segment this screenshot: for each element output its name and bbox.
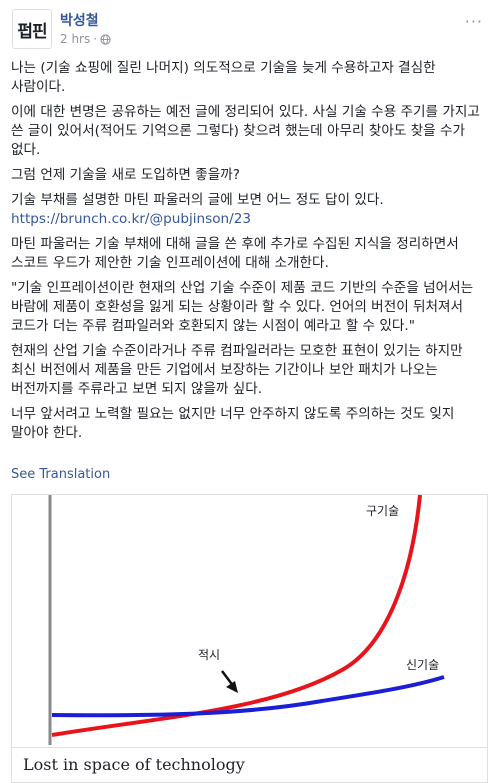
attachment-title[interactable]: Lost in space of technology — [23, 755, 245, 774]
meta-separator: · — [93, 32, 98, 46]
globe-icon — [100, 33, 111, 45]
post-header: 펍핀 박성철 2 hrs · ··· — [0, 0, 497, 58]
post-body: 나는 (기술 쇼핑에 질린 나머지) 의도적으로 기술을 늦게 수용하고자 결심… — [11, 59, 487, 449]
paragraph: 이에 대한 변명은 공유하는 예전 글에 정리되어 있다. 사실 기술 수용 주… — [11, 104, 480, 158]
more-options-icon[interactable]: ··· — [465, 12, 483, 31]
paragraph: 현재의 산업 기술 수준이라거나 주류 컴파일러라는 모호한 표현이 있기는 하… — [11, 343, 463, 397]
technology-curve-image: 구기술 신기술 적시 — [48, 495, 445, 745]
new-tech-curve — [51, 675, 445, 718]
paragraph: 마틴 파울러는 기술 부채에 대해 글을 쓴 후에 추가로 수집된 지식을 정리… — [11, 236, 459, 271]
paragraph: 나는 (기술 쇼핑에 질린 나머지) 의도적으로 기술을 늦게 수용하고자 결심… — [11, 60, 436, 95]
label-new-tech: 신기술 — [406, 658, 439, 672]
label-timing: 적시 — [198, 648, 220, 662]
post-time[interactable]: 2 hrs — [60, 32, 90, 46]
old-tech-curve — [51, 495, 422, 737]
paragraph: 기술 부채를 설명한 마틴 파울러의 글에 보면 어느 정도 답이 있다. — [11, 192, 384, 208]
attachment-caption[interactable]: Lost in space of technology — [12, 747, 487, 782]
see-translation-link[interactable]: See Translation — [11, 467, 110, 482]
paragraph-with-link: 기술 부채를 설명한 마틴 파울러의 글에 보면 어느 정도 답이 있다. ht… — [11, 191, 487, 229]
paragraph: 그럼 언제 기술을 새로 도입하면 좋을까? — [11, 167, 240, 183]
avatar[interactable]: 펍핀 — [12, 9, 52, 49]
paragraph: "기술 인프레이션이란 현재의 산업 기술 수준이 제품 코드 기반의 수준을 … — [11, 280, 474, 334]
article-link[interactable]: https://brunch.co.kr/@pubjinson/23 — [11, 211, 251, 227]
label-old-tech: 구기술 — [366, 504, 399, 518]
post-meta: 2 hrs · — [60, 32, 111, 46]
paragraph: 너무 앞서려고 노력할 필요는 없지만 너무 안주하지 않도록 주의하는 것도 … — [11, 406, 455, 441]
link-attachment[interactable]: 구기술 신기술 적시 Lost in space of technology — [11, 494, 488, 783]
author-name[interactable]: 박성철 — [60, 10, 99, 30]
